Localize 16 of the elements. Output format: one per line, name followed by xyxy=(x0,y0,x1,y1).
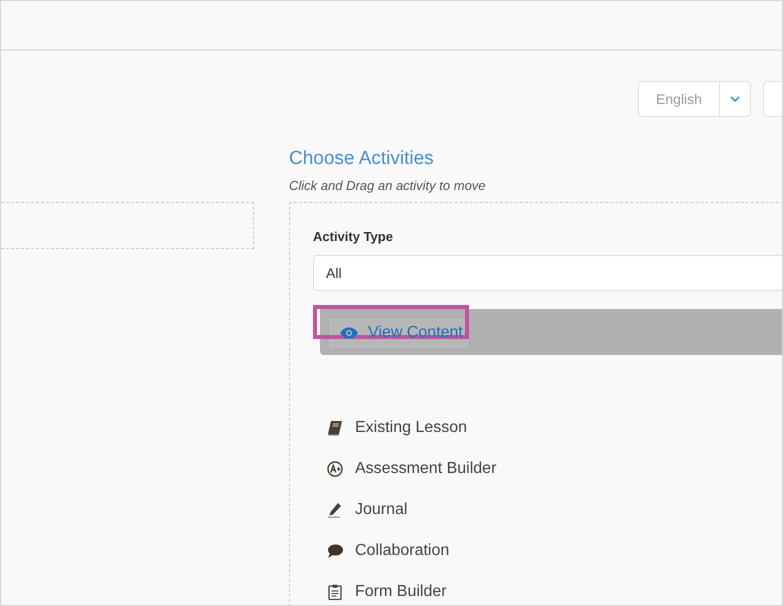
clipboard-icon xyxy=(327,584,343,600)
drag-hint: Click and Drag an activity to move xyxy=(289,177,487,195)
activity-item[interactable]: Journal xyxy=(327,489,408,530)
activity-type-select[interactable]: All xyxy=(313,255,782,291)
book-icon xyxy=(327,420,343,436)
graded-circle-icon xyxy=(327,460,343,476)
field-label: Activity Type xyxy=(313,229,394,245)
pencil-icon xyxy=(327,502,343,518)
section-title: Choose Activities xyxy=(289,147,435,171)
caret-icon xyxy=(730,96,740,102)
activity-item[interactable]: Assessment Builder xyxy=(327,448,496,489)
activity-item[interactable]: Existing Lesson xyxy=(327,407,468,448)
activity-item[interactable]: Collaboration xyxy=(327,530,450,571)
speech-bubble-icon xyxy=(327,542,343,558)
eye-icon xyxy=(339,327,359,339)
activity-item[interactable]: Form Builder xyxy=(327,571,447,605)
